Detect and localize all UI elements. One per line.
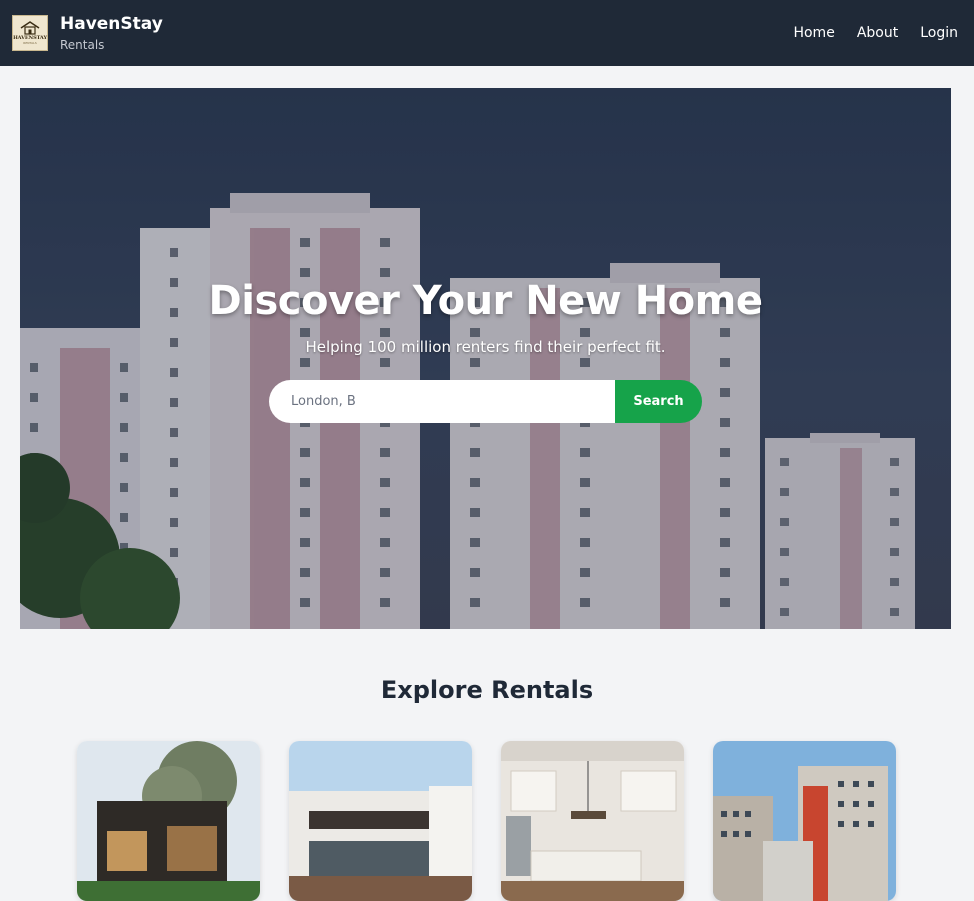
kitchen-interior-photo [501,741,684,901]
search-button[interactable]: Search [615,380,702,423]
nav-link-about[interactable]: About [857,25,898,41]
logo-subtext: RENTALS [23,41,37,45]
explore-rentals-title: Explore Rentals [380,676,594,704]
navbar: HAVENSTAY RENTALS HavenStay Rentals Home… [0,0,974,66]
hero-title: Discover Your New Home [208,278,763,324]
hero-banner: Discover Your New Home Helping 100 milli… [20,88,951,629]
rental-card-contemporary-villa[interactable] [289,741,472,901]
search-bar: Search [269,380,702,423]
location-search-input[interactable] [269,380,615,423]
apartment-tower-photo [713,741,896,901]
hero-subtitle: Helping 100 million renters find their p… [305,338,666,356]
contemporary-villa-photo [289,741,472,901]
rental-card-apartment-tower[interactable] [713,741,896,901]
brand-subtitle: Rentals [60,38,105,52]
hero-content: Discover Your New Home Helping 100 milli… [20,278,951,423]
brand-logo: HAVENSTAY RENTALS [12,15,48,51]
nav-link-login[interactable]: Login [920,25,958,41]
house-icon [20,21,40,35]
rental-cards [77,741,896,901]
modern-house-photo [77,741,260,901]
brand[interactable]: HAVENSTAY RENTALS HavenStay Rentals [12,14,163,52]
rental-card-modern-house[interactable] [77,741,260,901]
nav-links: Home About Login [793,25,958,41]
nav-link-home[interactable]: Home [793,25,834,41]
rental-card-kitchen-interior[interactable] [501,741,684,901]
brand-title: HavenStay [60,14,163,34]
